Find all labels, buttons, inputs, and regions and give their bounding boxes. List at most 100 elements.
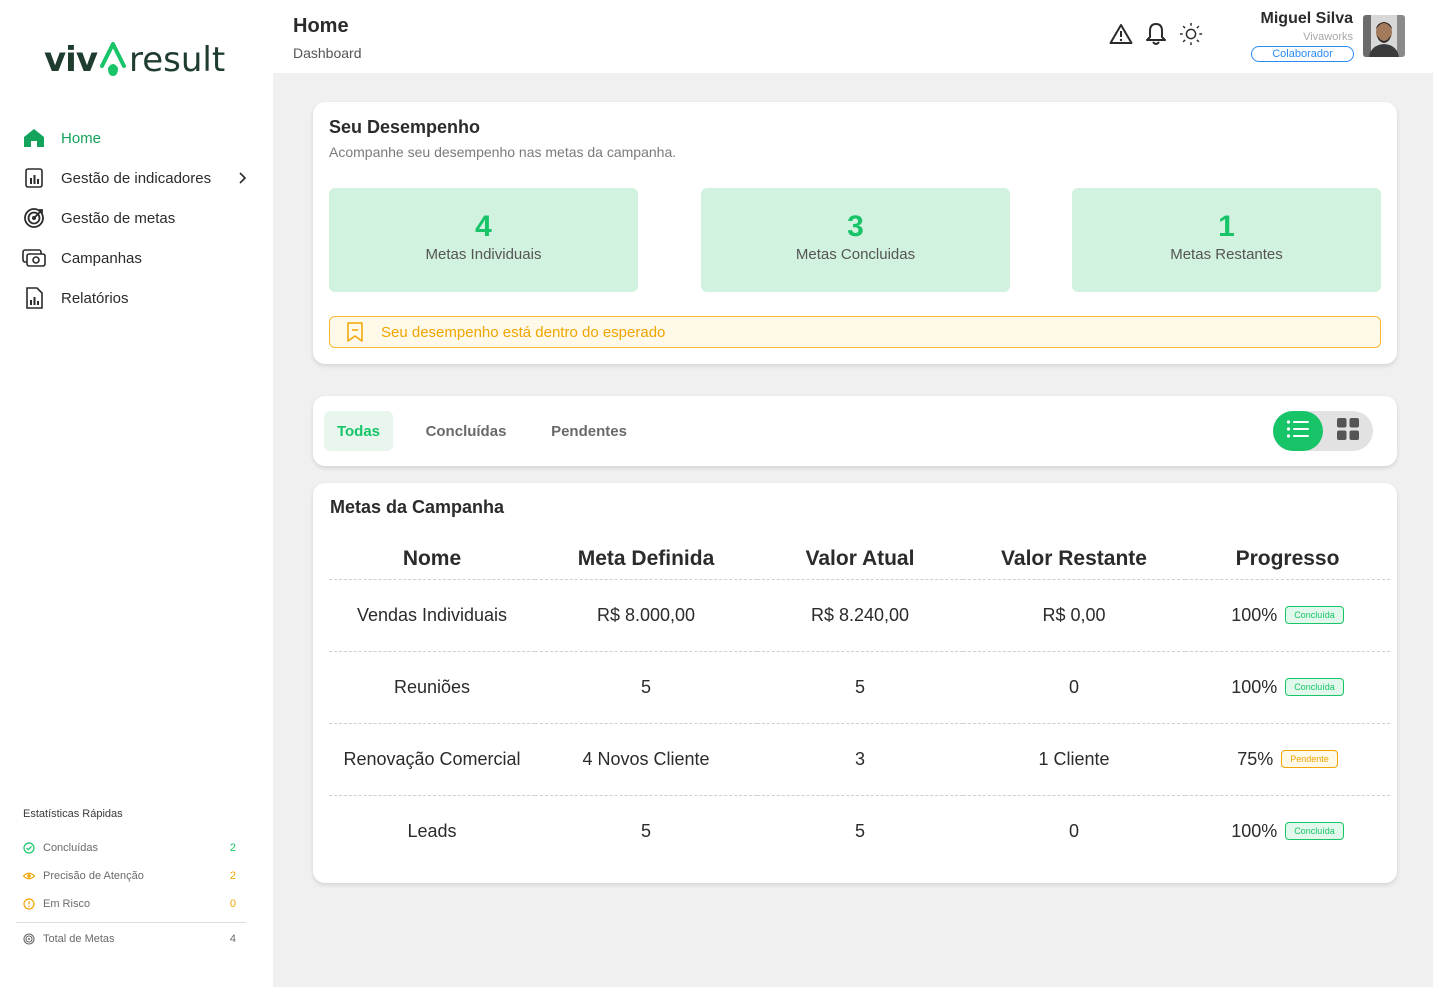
sidebar-item-goals[interactable]: Gestão de metas	[22, 198, 252, 238]
sidebar-item-label: Home	[61, 129, 102, 147]
sidebar-item-indicators[interactable]: Gestão de indicadores	[22, 158, 252, 198]
quick-stats-title: Estatísticas Rápidas	[23, 808, 123, 820]
logo-text-left: viv	[44, 40, 98, 80]
quick-stat-value: 0	[229, 898, 236, 910]
status-badge: Concluída	[1285, 606, 1344, 624]
sidebar-item-label: Relatórios	[61, 289, 129, 307]
cell-current: 3	[757, 723, 963, 796]
divider	[16, 922, 246, 923]
chevron-right-icon[interactable]	[234, 170, 250, 186]
home-icon	[22, 126, 46, 150]
top-header: Home Dashboard Miguel Silva Vivaworks Co…	[273, 0, 1433, 73]
warning-icon[interactable]	[1109, 20, 1133, 48]
tab-completed[interactable]: Concluídas	[413, 411, 519, 451]
view-toggle	[1273, 411, 1373, 451]
table-row[interactable]: Vendas Individuais R$ 8.000,00 R$ 8.240,…	[329, 579, 1390, 652]
cell-remaining: 0	[1068, 820, 1079, 841]
cell-progress: 100% Concluída	[1185, 795, 1390, 867]
column-header: Nome	[329, 539, 535, 580]
grid-view-button[interactable]	[1323, 411, 1373, 451]
sidebar-item-label: Gestão de metas	[61, 209, 176, 227]
avatar[interactable]	[1363, 15, 1405, 57]
sidebar-item-label: Campanhas	[61, 249, 142, 267]
stat-value: 4	[475, 210, 492, 243]
report-icon	[22, 286, 46, 310]
sidebar-nav: Home Gestão de indicadores Gestão de met…	[22, 118, 252, 318]
quick-stat-total: Total de Metas 4	[16, 925, 246, 953]
status-badge: Pendente	[1281, 750, 1338, 768]
cell-current: R$ 8.240,00	[757, 579, 963, 652]
quick-stat-label: Total de Metas	[43, 933, 115, 945]
quick-stat-label: Precisão de Atenção	[43, 870, 144, 882]
stat-label: Metas Individuais	[425, 246, 542, 263]
performance-title: Seu Desempenho	[329, 117, 481, 137]
alert-text: Seu desempenho está dentro do esperado	[381, 323, 666, 341]
cell-progress: 75% Pendente	[1185, 723, 1390, 796]
cell-current: 5	[854, 820, 865, 841]
progress-value: 100%	[1231, 604, 1278, 625]
sidebar-item-reports[interactable]: Relatórios	[22, 278, 252, 318]
grid-view-icon	[1337, 417, 1359, 445]
column-header: Valor Atual	[757, 539, 963, 580]
stat-label: Metas Restantes	[1170, 246, 1283, 263]
target-icon	[22, 206, 46, 230]
table-row[interactable]: Reuniões 5 5 0 100% Concluída	[329, 651, 1390, 724]
sidebar-item-label: Gestão de indicadores	[61, 169, 212, 187]
progress-value: 100%	[1231, 820, 1278, 841]
sidebar-item-campaigns[interactable]: Campanhas	[22, 238, 252, 278]
user-role-badge: Colaborador	[1251, 46, 1354, 62]
page-title: Home	[293, 15, 349, 37]
cell-target: 5	[535, 651, 757, 724]
target-small-icon	[23, 933, 35, 945]
eye-icon	[22, 870, 36, 882]
logo-text-right: result	[128, 40, 226, 80]
cell-current: 5	[757, 651, 963, 724]
performance-alert: Seu desempenho está dentro do esperado	[329, 316, 1381, 348]
quick-stats: Estatísticas Rápidas Concluídas 2 Precis…	[16, 808, 246, 953]
sidebar-item-home[interactable]: Home	[22, 118, 252, 158]
brand-logo[interactable]: viv result	[44, 30, 225, 80]
column-header: Progresso	[1185, 539, 1390, 580]
status-badge: Concluída	[1285, 822, 1344, 841]
cell-name: Vendas Individuais	[329, 579, 535, 652]
campaign-goals-card: Metas da Campanha Nome Meta Definida Val…	[313, 483, 1397, 883]
user-name[interactable]: Miguel Silva	[1233, 10, 1353, 28]
cell-remaining: R$ 0,00	[963, 579, 1185, 652]
table-header-row: Nome Meta Definida Valor Atual Valor Res…	[329, 539, 1390, 580]
cell-target: R$ 8.000,00	[535, 579, 757, 652]
tab-pending[interactable]: Pendentes	[539, 411, 639, 451]
bookmark-icon	[346, 322, 364, 342]
sidebar: viv result Home Gestão de indicadores Ge…	[0, 0, 273, 987]
sun-icon[interactable]	[1179, 20, 1203, 48]
tab-all[interactable]: Todas	[324, 411, 393, 451]
list-view-button[interactable]	[1273, 411, 1323, 451]
table-row[interactable]: Leads 5 5 0 100% Concluída	[329, 795, 1390, 867]
cell-target: 5	[640, 820, 651, 841]
cell-target: 4 Novos Cliente	[535, 723, 757, 796]
camera-money-icon	[22, 246, 46, 270]
quick-stat-label: Concluídas	[43, 842, 99, 854]
progress-value: 100%	[1231, 676, 1278, 697]
logo-drop-icon	[99, 32, 127, 80]
performance-subtitle: Acompanhe seu desempenho nas metas da ca…	[329, 144, 677, 160]
column-header: Meta Definida	[535, 539, 757, 580]
cell-progress: 100% Concluída	[1185, 651, 1390, 724]
quick-stat-value: 2	[229, 842, 236, 854]
stat-value: 3	[847, 210, 864, 243]
quick-stat-attention: Precisão de Atenção 2	[16, 862, 246, 890]
breadcrumb: Dashboard	[293, 45, 362, 61]
quick-stat-completed: Concluídas 2	[16, 834, 246, 862]
progress-value: 75%	[1237, 748, 1274, 769]
cell-name: Leads	[407, 820, 457, 841]
cell-remaining: 0	[963, 651, 1185, 724]
stat-card-completed: 3 Metas Concluidas	[701, 188, 1010, 292]
table-row[interactable]: Renovação Comercial 4 Novos Cliente 3 1 …	[329, 723, 1390, 796]
list-view-icon	[1286, 419, 1310, 444]
stat-card-remaining: 1 Metas Restantes	[1072, 188, 1381, 292]
goals-table: Nome Meta Definida Valor Atual Valor Res…	[329, 539, 1390, 867]
status-badge: Concluída	[1285, 678, 1344, 696]
quick-stat-label: Em Risco	[43, 898, 91, 910]
check-circle-icon	[23, 842, 35, 854]
bell-icon[interactable]	[1144, 20, 1168, 48]
quick-stat-value: 2	[229, 870, 236, 882]
